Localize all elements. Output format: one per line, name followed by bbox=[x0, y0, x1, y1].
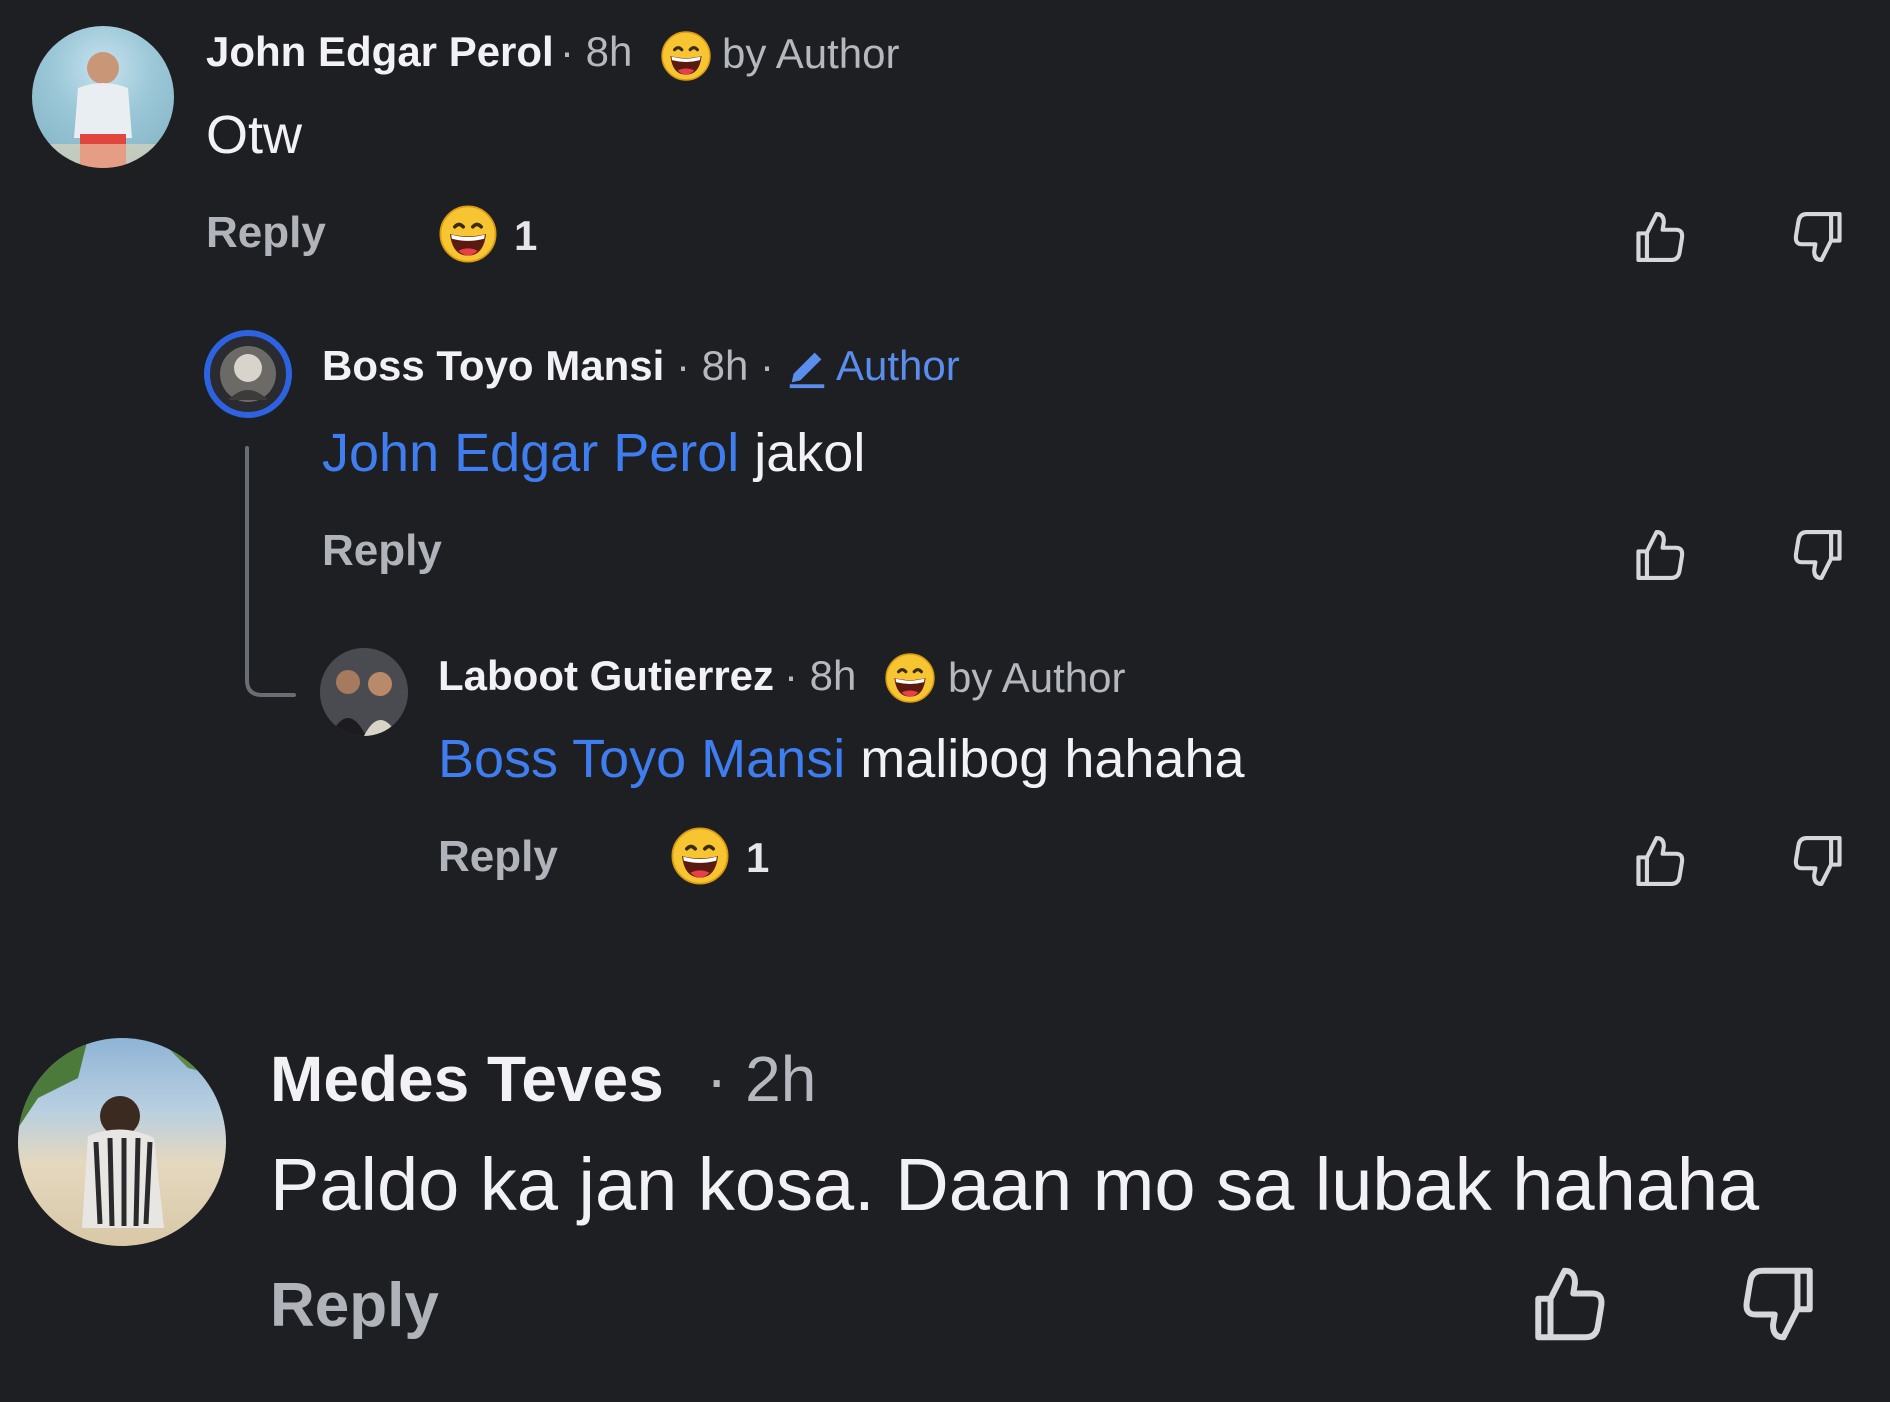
person-photo-icon bbox=[32, 52, 174, 168]
comment-text: John Edgar Perol jakol bbox=[322, 422, 865, 484]
comment-author[interactable]: Boss Toyo Mansi bbox=[322, 342, 664, 390]
grin-emoji-icon bbox=[438, 204, 498, 264]
comment-time: · 8h · bbox=[676, 342, 775, 389]
grin-emoji-icon bbox=[670, 826, 730, 886]
reaction-count: 1 bbox=[514, 212, 538, 259]
thumbs-up-icon[interactable] bbox=[1526, 1262, 1610, 1346]
comment-time: · 8h bbox=[784, 652, 857, 699]
comment-time: · 2h bbox=[706, 1043, 817, 1115]
comment-time: · 8h bbox=[560, 28, 633, 75]
reaction-summary[interactable]: 1 bbox=[438, 204, 548, 266]
reply-button[interactable]: Reply bbox=[322, 526, 442, 576]
grin-emoji-icon bbox=[660, 30, 712, 82]
comment-body: malibog hahaha bbox=[860, 729, 1245, 789]
avatar[interactable] bbox=[204, 330, 292, 418]
thumbs-up-icon[interactable] bbox=[1630, 526, 1688, 584]
thumbs-down-icon[interactable] bbox=[1790, 526, 1848, 584]
thread-connector-line bbox=[245, 446, 296, 697]
thumbs-down-icon[interactable] bbox=[1790, 208, 1848, 266]
comment-author[interactable]: Medes Teves bbox=[270, 1042, 664, 1116]
reply-button[interactable]: Reply bbox=[438, 832, 558, 882]
comment-text: Otw bbox=[206, 105, 303, 165]
comment-author[interactable]: John Edgar Perol bbox=[206, 28, 554, 76]
person-photo-icon bbox=[18, 1038, 226, 1228]
people-photo-icon bbox=[320, 648, 408, 736]
comment-author[interactable]: Laboot Gutierrez bbox=[438, 652, 774, 700]
avatar[interactable] bbox=[32, 26, 174, 168]
pencil-icon bbox=[789, 352, 825, 389]
reaction-count: 1 bbox=[746, 834, 770, 881]
reply-button[interactable]: Reply bbox=[270, 1270, 439, 1341]
grin-emoji-icon bbox=[884, 652, 936, 704]
comment-text: Paldo ka jan kosa. Daan mo sa lubak haha… bbox=[270, 1143, 1760, 1226]
mention-link[interactable]: John Edgar Perol bbox=[322, 423, 739, 483]
thumbs-up-icon[interactable] bbox=[1630, 832, 1688, 890]
comment-body: jakol bbox=[754, 423, 866, 483]
avatar[interactable] bbox=[18, 1038, 226, 1246]
thumbs-down-icon[interactable] bbox=[1790, 832, 1848, 890]
author-badge: Author bbox=[836, 342, 960, 389]
avatar[interactable] bbox=[320, 648, 408, 736]
author-reaction-badge: by Author bbox=[948, 654, 1126, 701]
reaction-summary[interactable]: 1 bbox=[670, 826, 780, 888]
reply-button[interactable]: Reply bbox=[206, 208, 326, 258]
comment-text: Boss Toyo Mansi malibog hahaha bbox=[438, 728, 1245, 790]
thumbs-down-icon[interactable] bbox=[1738, 1262, 1822, 1346]
thumbs-up-icon[interactable] bbox=[1630, 208, 1688, 266]
author-reaction-badge: by Author bbox=[722, 30, 900, 77]
person-photo-icon bbox=[220, 346, 276, 402]
mention-link[interactable]: Boss Toyo Mansi bbox=[438, 729, 845, 789]
